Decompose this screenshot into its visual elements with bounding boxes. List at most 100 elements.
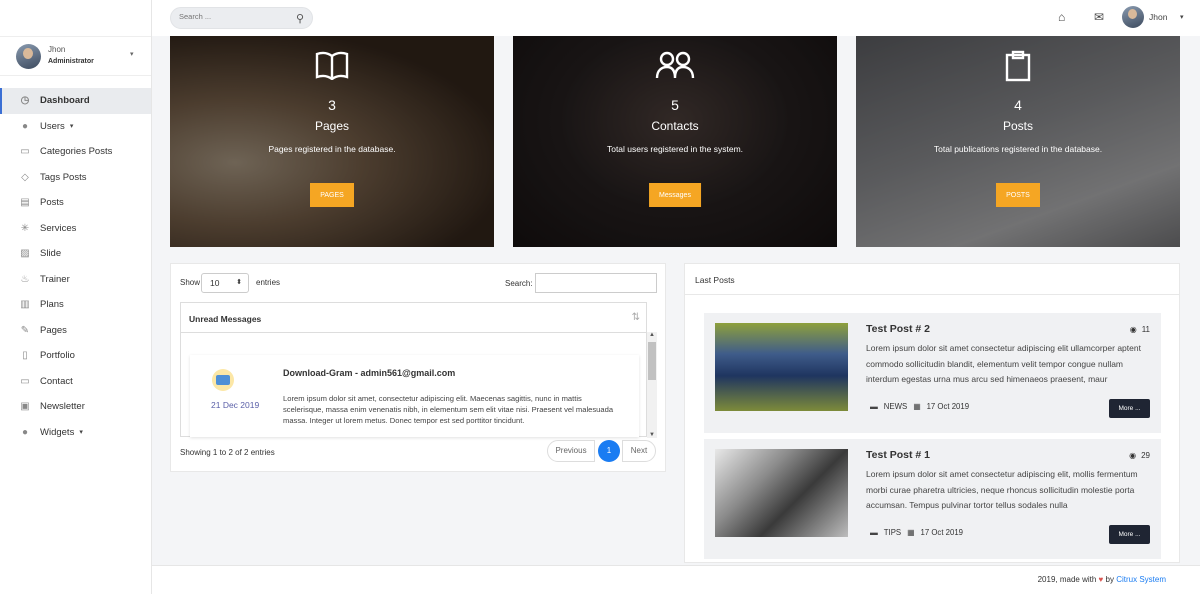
comments-icon: ▭ [20,375,30,387]
sidebar-item-label: Trainer [40,273,70,285]
entries-value: 10 [210,278,220,288]
messages-panel: Show 10 ⬍ entries Search: Unread Message… [170,263,666,472]
top-bar: ⚲ ⌂ ✉ Jhon ▾ [152,0,1200,36]
previous-button[interactable]: Previous [547,440,595,462]
footer: 2019, made with ♥ by Citrux System [152,565,1200,594]
messages-button[interactable]: Messages [649,183,701,207]
sidebar-item-dashboard[interactable]: ◷ Dashboard [0,88,151,114]
newsletter-icon: ▣ [20,401,30,413]
sidebar-item-portfolio[interactable]: ▯ Portfolio [0,343,151,369]
search-icon[interactable]: ⚲ [296,12,304,25]
sidebar-item-categories-posts[interactable]: ▭ Categories Posts [0,139,151,165]
users-icon [513,50,837,88]
sidebar-item-slide[interactable]: ▨ Slide [0,241,151,267]
footer-prefix: 2019, made with [1037,575,1097,584]
table-search-input[interactable] [535,273,657,293]
footer-brand-link[interactable]: Citrux System [1116,575,1166,584]
sidebar-user[interactable]: Jhon Administrator ▾ [0,36,151,76]
post-meta: ▬ NEWS ▦ 17 Oct 2019 [870,402,969,411]
sidebar-item-label: Categories Posts [40,146,113,158]
sidebar-item-label: Plans [40,299,64,311]
sidebar-item-plans[interactable]: ▥ Plans [0,292,151,318]
post-category: TIPS [883,528,902,537]
user-icon: ● [21,426,29,438]
post-thumbnail[interactable] [715,449,848,537]
pages-button[interactable]: PAGES [310,183,354,207]
sidebar-item-posts[interactable]: ▤ Posts [0,190,151,216]
page-1-button[interactable]: 1 [598,440,620,462]
sidebar-item-label: Services [40,222,77,234]
more-button[interactable]: More ... [1109,525,1150,544]
views-count: 29 [1141,451,1150,460]
sidebar-user-name: Jhon [48,45,66,54]
heart-icon: ♥ [1098,575,1104,584]
search-input[interactable] [179,12,289,21]
stat-description: Pages registered in the database. [268,144,396,154]
messages-table: Unread Messages ⇅ 21 Dec 2019 Download-G… [180,302,647,437]
avatar[interactable] [1122,6,1144,28]
post-views: ◉ 11 [1130,325,1150,334]
sidebar-item-label: Posts [40,197,64,209]
calendar-icon: ▦ [913,402,921,411]
post-title[interactable]: Test Post # 1 [866,449,930,461]
sidebar-item-pages[interactable]: ✎ Pages [0,318,151,344]
dashboard-icon: ◷ [20,95,30,107]
scrollbar[interactable]: ▲ ▼ [647,332,657,438]
stat-label: Posts [1002,119,1033,133]
post-views: ◉ 29 [1129,451,1150,460]
top-user-name[interactable]: Jhon [1149,12,1167,22]
stat-card-pages: 3 Pages Pages registered in the database… [170,36,494,247]
entries-label: entries [256,278,281,287]
home-icon[interactable]: ⌂ [1058,10,1065,24]
scroll-down-icon[interactable]: ▼ [649,432,655,438]
message-body: Lorem ipsum dolor sit amet, consectetur … [283,394,614,425]
sort-icon[interactable]: ⇅ [632,312,640,323]
scrollbar-thumb[interactable] [648,342,656,380]
file-icon: ▯ [22,350,28,362]
eye-icon: ◉ [1129,451,1137,460]
sidebar-item-trainer[interactable]: ♨ Trainer [0,267,151,293]
sidebar-item-users[interactable]: ● Users ▾ [0,114,151,140]
post-date: 17 Oct 2019 [920,528,963,537]
post-title[interactable]: Test Post # 2 [866,323,930,335]
post-thumbnail[interactable] [715,323,848,411]
more-button[interactable]: More ... [1109,399,1150,418]
caret-down-icon: ▾ [69,123,74,131]
stat-count: 4 [1014,97,1022,113]
pencil-icon: ✎ [20,324,30,336]
message-image-icon [212,369,234,391]
folder-icon: ▬ [870,402,878,411]
entries-select[interactable]: 10 ⬍ [201,273,249,293]
table-info: Showing 1 to 2 of 2 entries [180,448,275,457]
sidebar-item-newsletter[interactable]: ▣ Newsletter [0,394,151,420]
table-header[interactable]: Unread Messages ⇅ [181,303,646,333]
next-button[interactable]: Next [622,440,656,462]
footer-by: by [1105,575,1114,584]
book-icon [170,50,494,88]
sidebar-item-widgets[interactable]: ● Widgets ▾ [0,420,151,446]
sidebar-item-label: Contact [40,375,73,387]
sidebar-item-contact[interactable]: ▭ Contact [0,369,151,395]
sidebar-item-label: Portfolio [40,350,75,362]
last-posts-panel: Last Posts Test Post # 2 ◉ 11 Lorem ipsum… [684,263,1180,563]
posts-button[interactable]: POSTS [996,183,1040,207]
post-meta: ▬ TIPS ▦ 17 Oct 2019 [870,528,963,537]
post-excerpt: Lorem ipsum dolor sit amet consectetur a… [866,469,1138,510]
sidebar-item-tags-posts[interactable]: ◇ Tags Posts [0,165,151,191]
stat-label: Contacts [651,119,699,133]
chevron-down-icon[interactable]: ▾ [130,50,134,58]
message-item[interactable]: 21 Dec 2019 Download-Gram - admin561@gma… [190,355,639,437]
stat-card-contacts: 5 Contacts Total users registered in the… [513,36,837,247]
mail-icon[interactable]: ✉ [1094,10,1104,24]
sidebar-item-services[interactable]: ✳ Services [0,216,151,242]
scroll-up-icon[interactable]: ▲ [649,332,655,338]
panel-title: Last Posts [695,275,735,285]
stat-count: 5 [671,97,679,113]
tag-icon: ◇ [21,171,29,183]
sidebar-item-label: Slide [40,248,62,260]
stat-description: Total publications registered in the dat… [933,144,1103,154]
sidebar-item-label: Pages [40,324,67,336]
panel-header: Last Posts [685,264,1179,295]
chevron-down-icon[interactable]: ▾ [1180,13,1184,21]
post-date: 17 Oct 2019 [926,402,970,411]
